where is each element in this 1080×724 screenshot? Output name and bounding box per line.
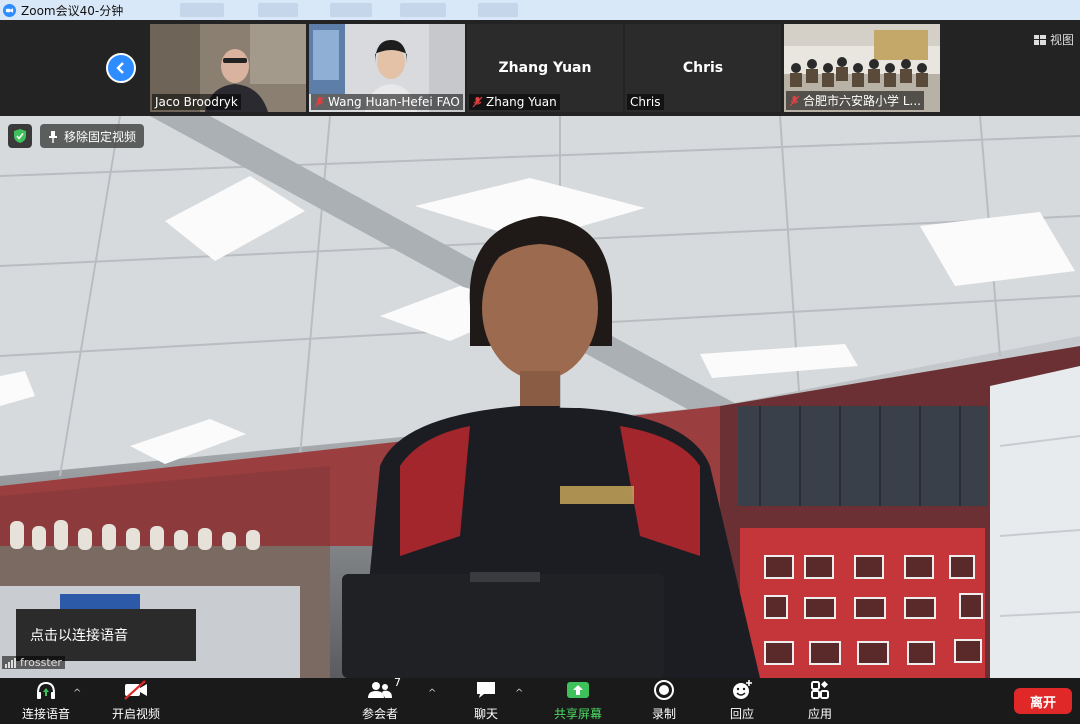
shield-icon — [14, 129, 26, 143]
zoom-meeting-window: Zoom会议40-分钟 Jaco Broodryk Wang Huan-Hefe… — [0, 0, 1080, 724]
participant-tile-chris[interactable]: Chris Chris — [625, 24, 781, 112]
participant-tile-jaco[interactable]: Jaco Broodryk — [150, 24, 306, 112]
share-screen-icon — [565, 678, 591, 702]
connect-audio-button[interactable]: 连接语音 — [18, 678, 74, 724]
participant-tile-school[interactable]: 合肥市六安路小学 L... — [784, 24, 940, 112]
record-icon — [651, 678, 677, 702]
muted-mic-icon — [314, 96, 325, 108]
participants-count: 7 — [394, 676, 401, 689]
zoom-logo-icon — [3, 3, 16, 17]
participants-button[interactable]: 7 参会者 — [358, 676, 402, 724]
participant-name-label: Zhang Yuan — [469, 94, 560, 110]
record-button[interactable]: 录制 — [644, 678, 684, 724]
share-screen-button[interactable]: 共享屏幕 — [548, 678, 608, 724]
main-speaker-video: 移除固定视频 点击以连接语音 frosster — [0, 116, 1080, 678]
apps-icon — [807, 678, 833, 702]
participant-name-label: Wang Huan-Hefei FAO — [311, 94, 463, 110]
participant-tile-wang-huan[interactable]: Wang Huan-Hefei FAO — [309, 24, 465, 112]
apps-button[interactable]: 应用 — [800, 678, 840, 724]
view-button[interactable]: 视图 — [1033, 31, 1074, 48]
reactions-button[interactable]: 回应 — [722, 678, 762, 724]
chat-button[interactable]: 聊天 — [466, 678, 506, 724]
title-bar: Zoom会议40-分钟 — [0, 0, 1080, 20]
chat-icon — [473, 678, 499, 702]
audio-options-caret[interactable]: ^ — [73, 688, 81, 699]
participant-name-label: 合肥市六安路小学 L... — [786, 91, 924, 110]
start-video-button[interactable]: 开启视频 — [108, 678, 164, 724]
unpin-video-button[interactable]: 移除固定视频 — [40, 124, 145, 148]
speaker-name-tag: frosster — [2, 656, 65, 669]
titlebar-decoration — [478, 3, 518, 17]
previous-page-button[interactable] — [106, 53, 136, 83]
titlebar-decoration — [330, 3, 372, 17]
classroom-scene — [0, 116, 1080, 678]
chevron-left-icon — [116, 62, 124, 74]
participant-name-label: Chris — [627, 94, 664, 110]
chat-options-caret[interactable]: ^ — [515, 688, 523, 699]
window-title: Zoom会议40-分钟 — [21, 3, 124, 18]
participant-display-name: Zhang Yuan — [498, 60, 592, 76]
muted-mic-icon — [789, 95, 800, 106]
meeting-toolbar: 连接语音 ^ 开启视频 7 参会者 ^ 聊天 ^ 共享屏幕 录制 回应 应用 离… — [0, 676, 1080, 724]
security-shield-button[interactable] — [8, 124, 32, 148]
participant-strip: Jaco Broodryk Wang Huan-Hefei FAO Zhang … — [0, 20, 1080, 116]
reaction-smiley-icon — [729, 678, 755, 702]
participant-tile-zhang-yuan[interactable]: Zhang Yuan Zhang Yuan — [467, 24, 623, 112]
participants-icon: 7 — [367, 676, 401, 702]
video-off-icon — [123, 678, 149, 702]
connect-audio-popup[interactable]: 点击以连接语音 — [16, 609, 196, 661]
titlebar-decoration — [400, 3, 446, 17]
pin-icon — [49, 130, 57, 143]
participant-display-name: Chris — [682, 60, 724, 76]
titlebar-decoration — [258, 3, 298, 17]
participants-options-caret[interactable]: ^ — [428, 688, 436, 699]
signal-bars-icon — [5, 657, 16, 668]
titlebar-decoration — [180, 3, 224, 17]
headphones-icon — [33, 678, 59, 702]
leave-button[interactable]: 离开 — [1014, 688, 1072, 714]
muted-mic-icon — [472, 96, 483, 108]
grid-view-icon — [1033, 34, 1046, 45]
participant-name-label: Jaco Broodryk — [152, 94, 241, 110]
